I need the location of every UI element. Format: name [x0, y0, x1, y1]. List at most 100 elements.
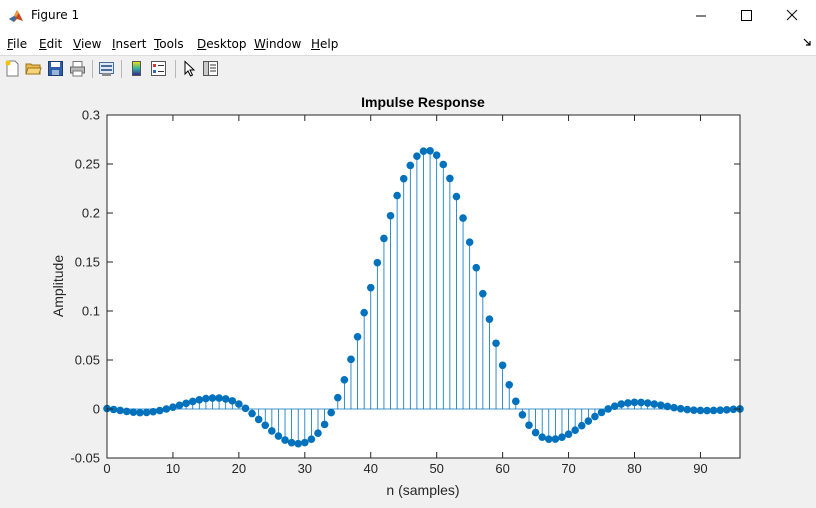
stem-marker — [162, 405, 171, 413]
x-tick-label: 80 — [627, 461, 641, 476]
stem-marker — [670, 403, 678, 412]
maximize-button[interactable] — [723, 0, 769, 31]
link-plot-icon[interactable] — [98, 60, 115, 77]
x-tick-label: 90 — [693, 461, 707, 476]
y-tick-label: 0.15 — [75, 255, 100, 270]
dock-figure-icon[interactable] — [803, 38, 811, 46]
stem-marker — [327, 408, 335, 417]
stem-marker — [274, 432, 283, 440]
stem-marker — [169, 403, 177, 412]
stem-marker — [221, 395, 230, 403]
stem-marker — [340, 375, 349, 384]
stem-marker — [393, 191, 401, 200]
stem-marker — [551, 435, 560, 443]
close-icon — [786, 9, 798, 21]
new-figure-icon[interactable] — [4, 60, 21, 77]
y-tick-label: 0.05 — [75, 353, 100, 368]
menu-window[interactable]: Window — [254, 37, 301, 51]
title-bar[interactable]: Figure 1 — [0, 0, 816, 31]
stem-marker — [544, 435, 553, 443]
menu-edit[interactable]: Edit — [39, 37, 62, 51]
open-file-icon[interactable] — [25, 60, 42, 77]
stem-marker — [122, 407, 131, 416]
menu-desktop[interactable]: Desktop — [197, 37, 247, 51]
stem-marker — [446, 174, 454, 183]
stem-marker — [413, 152, 421, 160]
property-inspector-icon[interactable] — [202, 60, 219, 77]
stem-marker — [182, 399, 190, 408]
minimize-icon — [696, 15, 706, 17]
stem-marker — [531, 428, 540, 437]
stem-marker — [492, 339, 500, 348]
stem-marker — [406, 161, 415, 170]
save-icon[interactable] — [47, 60, 64, 77]
stem-marker — [136, 408, 144, 417]
stem-marker — [703, 406, 711, 415]
stem-marker — [696, 406, 705, 415]
stem-marker — [399, 174, 408, 183]
stem-marker — [663, 402, 672, 411]
toolbar-separator — [175, 60, 176, 78]
stem-marker — [597, 408, 606, 417]
stem-marker — [307, 435, 316, 443]
close-button[interactable] — [769, 0, 815, 31]
stem-marker — [577, 421, 586, 430]
menu-help[interactable]: Help — [311, 37, 338, 51]
stem-marker — [149, 407, 157, 416]
matlab-logo-icon — [8, 8, 24, 24]
stem-marker — [373, 258, 382, 267]
stem-marker — [709, 406, 718, 415]
toolbar-separator — [92, 60, 93, 78]
x-tick-label: 0 — [103, 461, 110, 476]
stem-marker — [188, 397, 197, 406]
stem-marker — [459, 214, 467, 222]
menu-insert[interactable]: Insert — [112, 37, 146, 51]
figure-toolbar — [0, 55, 816, 83]
edit-plot-arrow-icon[interactable] — [181, 60, 198, 77]
stem-marker — [281, 436, 289, 444]
x-tick-label: 70 — [561, 461, 575, 476]
stem-marker — [683, 405, 692, 414]
menu-view[interactable]: View — [73, 37, 101, 51]
stem-marker — [690, 406, 698, 414]
stem-marker — [155, 406, 164, 415]
y-tick-label: 0 — [93, 402, 100, 417]
x-tick-label: 60 — [495, 461, 509, 476]
figure-canvas[interactable]: 0 10 20 30 40 50 60 70 80 90 -0.05 0 0.05 0.1 0.15 0.2 0… — [0, 82, 816, 503]
stem-marker — [630, 398, 639, 407]
menu-file[interactable]: File — [7, 37, 27, 51]
stem-marker — [248, 409, 256, 418]
stem-marker — [116, 406, 124, 415]
y-tick-label: 0.3 — [82, 108, 100, 123]
x-tick-label: 50 — [429, 461, 443, 476]
stem-marker — [479, 289, 487, 298]
stem-marker — [650, 400, 659, 408]
stem-marker — [353, 332, 362, 341]
stem-marker — [505, 380, 514, 389]
stem-plot[interactable]: 0 10 20 30 40 50 60 70 80 90-0.0500.050.10.150.20… — [0, 82, 816, 503]
y-tick-label: 0.2 — [82, 206, 100, 221]
stem-marker — [498, 361, 507, 370]
stem-marker — [175, 401, 184, 410]
stem-marker — [360, 308, 368, 317]
stem-marker — [604, 405, 612, 413]
window-title: Figure 1 — [31, 8, 80, 22]
stem-marker — [215, 394, 223, 402]
stem-marker — [564, 430, 573, 438]
y-axis-label: Amplitude — [50, 255, 66, 317]
stem-marker — [301, 438, 309, 447]
minimize-button[interactable] — [678, 0, 724, 31]
menu-tools[interactable]: Tools — [154, 37, 184, 51]
stem-marker — [419, 147, 428, 155]
stem-marker — [142, 408, 151, 417]
y-tick-label: -0.05 — [70, 451, 100, 466]
stem-marker — [571, 426, 579, 434]
colorbar-icon[interactable] — [128, 60, 145, 77]
stem-marker — [268, 427, 276, 435]
x-tick-label: 10 — [166, 461, 180, 476]
legend-icon[interactable] — [150, 60, 167, 77]
stem-marker — [202, 394, 210, 403]
print-icon[interactable] — [69, 60, 86, 77]
stem-marker — [617, 400, 626, 408]
x-tick-label: 30 — [298, 461, 312, 476]
